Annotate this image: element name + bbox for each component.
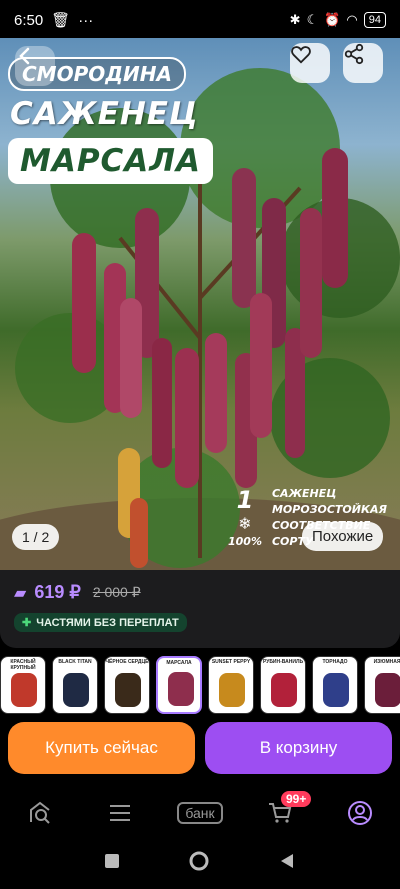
variant-selector: КРАСНЫЙ КРУПНЫЙ BLACK TITAN ЧЁРНОЕ СЕРДЦЕ М… [0,656,400,718]
variant-thumbnail[interactable]: BLACK TITAN [52,656,98,714]
variant-thumbnail[interactable]: МАРСАЛА [156,656,202,714]
current-price: 619 ₽ [34,582,81,602]
variant-label: ТОРНАДО [322,659,348,665]
status-bar: 6:50 🗑 ··· ✱ ☾ ⏰ ◠ 94 [0,0,400,40]
nav-profile[interactable] [335,793,385,833]
cart-badge: 99+ [281,791,312,807]
wallet-icon: ▰ [14,584,27,602]
favorite-button[interactable] [290,43,330,83]
buy-now-button[interactable]: Купить сейчас [8,722,195,774]
square-icon [105,854,119,868]
triangle-back-icon [281,854,293,868]
heart-icon [291,46,311,64]
action-bar: Купить сейчас В корзину [0,722,400,778]
variant-thumbnail[interactable]: КРАСНЫЙ КРУПНЫЙ [0,656,46,714]
variant-berry-image [11,673,37,707]
variant-berry-image [323,673,349,707]
snowflake-icon: ❄ [238,514,252,533]
trash-icon: 🗑 [51,12,71,29]
nav-home[interactable] [15,793,65,833]
variant-thumbnail[interactable]: ТОРНАДО [312,656,358,714]
chevron-left-icon [19,47,30,65]
share-button[interactable] [343,43,383,83]
variant-berry-image [63,673,89,707]
more-dots-icon: ··· [78,11,94,29]
bank-label: банк [177,802,223,824]
variant-berry-image [115,673,141,707]
installment-label: ЧАСТЯМИ БЕЗ ПЕРЕПЛАТ [36,616,179,629]
search-home-icon [30,801,50,824]
variant-label: SUNSET PEPPY [211,659,251,665]
battery-indicator: 94 [363,12,386,28]
alarm-icon: ⏰ [324,12,341,27]
similar-button[interactable]: Похожие [302,522,384,551]
variant-thumbnail[interactable]: SUNSET PEPPY [208,656,254,714]
variant-label: ИЗЮМНАЯ [373,659,400,665]
variant-label: ЧЁРНОЕ СЕРДЦЕ [105,659,149,665]
frost-percent: 100% [228,535,262,548]
nav-bank[interactable]: банк [175,793,225,833]
bottom-nav: банк 99+ [0,788,400,838]
frost-text-2: МОРОЗОСТОЙКАЯ [271,503,387,516]
circle-icon [189,851,209,871]
wifi-icon: ◠ [346,12,358,27]
variant-label: МАРСАЛА [166,660,192,666]
variant-thumbnail[interactable]: ЧЁРНОЕ СЕРДЦЕ [104,656,150,714]
variant-label: BLACK TITAN [58,659,92,665]
share-icon [344,43,364,65]
price-panel: ▰ 619 ₽ 2 000 ₽ ✚ ЧАСТЯМИ БЕЗ ПЕРЕПЛАТ [0,570,400,648]
status-time: 6:50 [14,11,44,29]
product-image[interactable]: СМОРОДИНА САЖЕНЕЦ МАРСАЛА 1 ❄ 100% САЖЕН… [0,38,400,570]
recents-button[interactable] [104,853,120,874]
variant-label: КРАСНЫЙ КРУПНЫЙ [10,659,36,671]
menu-icon [110,805,130,821]
old-price: 2 000 ₽ [92,584,141,600]
system-nav [0,838,400,889]
nav-catalog[interactable] [95,793,145,833]
back-button[interactable] [15,46,55,86]
title-line-2: САЖЕНЕЦ [10,96,199,132]
variant-berry-image [168,672,194,706]
variant-label: РУБИН-ВАНИЛЬ [262,659,304,665]
variant-berry-image [271,673,297,707]
home-button[interactable] [188,850,210,877]
add-to-cart-button[interactable]: В корзину [205,722,392,774]
image-counter: 1 / 2 [12,524,60,550]
bluetooth-icon: ✱ [289,12,301,27]
variant-thumbnail[interactable]: РУБИН-ВАНИЛЬ [260,656,306,714]
variant-berry-image [375,673,400,707]
profile-icon [348,801,372,825]
plus-icon: ✚ [22,617,32,629]
installment-badge[interactable]: ✚ ЧАСТЯМИ БЕЗ ПЕРЕПЛАТ [14,613,187,632]
variant-thumbnail[interactable]: ИЗЮМНАЯ [364,656,400,714]
nav-cart[interactable]: 99+ [255,791,312,833]
variant-berry-image [219,673,245,707]
frost-text-1: САЖЕНЕЦ [271,487,337,500]
title-line-3: МАРСАЛА [8,138,214,184]
frost-number: 1 [236,486,254,514]
back-nav-button[interactable] [278,852,296,875]
moon-icon: ☾ [306,12,319,27]
